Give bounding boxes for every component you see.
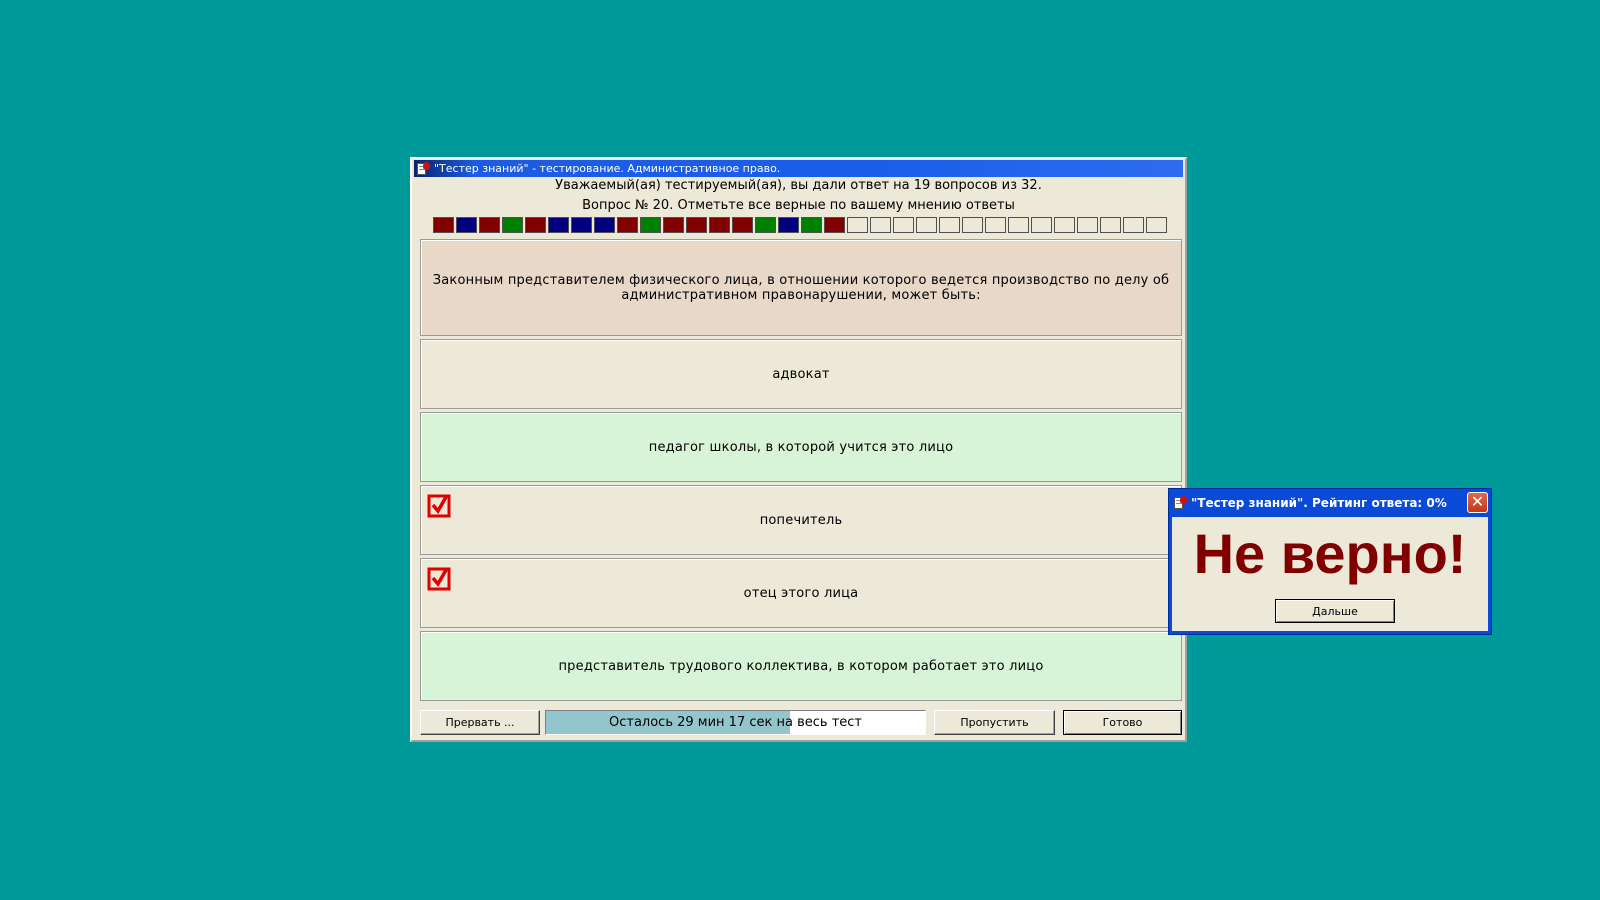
- progress-cell: [985, 217, 1006, 233]
- answer-option[interactable]: педагог школы, в которой учится это лицо: [420, 412, 1182, 482]
- answer-option[interactable]: попечитель: [420, 485, 1182, 555]
- progress-cell: [916, 217, 937, 233]
- status-line: Уважаемый(ая) тестируемый(ая), вы дали о…: [555, 178, 1042, 193]
- progress-cell: [571, 217, 592, 233]
- app-icon: [1173, 496, 1187, 510]
- answer-label: адвокат: [772, 366, 830, 382]
- answer-label: педагог школы, в которой учится это лицо: [648, 439, 954, 455]
- progress-cell: [962, 217, 983, 233]
- progress-cell: [801, 217, 822, 233]
- answer-option[interactable]: представитель трудового коллектива, в ко…: [420, 631, 1182, 701]
- progress-cell: [686, 217, 707, 233]
- progress-cell: [939, 217, 960, 233]
- progress-cell: [893, 217, 914, 233]
- skip-button[interactable]: Пропустить: [934, 710, 1055, 735]
- dialog-title: "Тестер знаний". Рейтинг ответа: 0%: [1191, 496, 1447, 510]
- progress-cell: [548, 217, 569, 233]
- progress-cell: [1146, 217, 1167, 233]
- dialog-titlebar[interactable]: "Тестер знаний". Рейтинг ответа: 0%: [1171, 491, 1489, 515]
- checkbox-checked-icon[interactable]: [427, 494, 451, 518]
- question-text: Законным представителем физического лица…: [432, 272, 1170, 303]
- progress-cell: [1077, 217, 1098, 233]
- progress-cell: [617, 217, 638, 233]
- progress-cell: [663, 217, 684, 233]
- progress-cell: [847, 217, 868, 233]
- checkbox-checked-icon[interactable]: [427, 567, 451, 591]
- verdict-text: Не верно!: [1193, 522, 1467, 585]
- answer-option[interactable]: адвокат: [420, 339, 1182, 409]
- progress-cell: [1123, 217, 1144, 233]
- progress-cell: [502, 217, 523, 233]
- next-button[interactable]: Дальше: [1275, 599, 1395, 623]
- answer-label: представитель трудового коллектива, в ко…: [558, 658, 1044, 674]
- time-remaining-text: Осталось 29 мин 17 сек на весь тест: [609, 715, 862, 730]
- progress-cell: [1031, 217, 1052, 233]
- progress-cell: [778, 217, 799, 233]
- window-title: "Тестер знаний" - тестирование. Админист…: [434, 162, 781, 175]
- answer-label: попечитель: [759, 512, 843, 528]
- window-titlebar[interactable]: "Тестер знаний" - тестирование. Админист…: [414, 160, 1183, 177]
- answer-option[interactable]: отец этого лица: [420, 558, 1182, 628]
- abort-button[interactable]: Прервать ...: [420, 710, 540, 735]
- progress-cell: [824, 217, 845, 233]
- answer-label: отец этого лица: [743, 585, 859, 601]
- done-button[interactable]: Готово: [1063, 710, 1182, 735]
- progress-cell: [755, 217, 776, 233]
- progress-cell: [709, 217, 730, 233]
- progress-cell: [433, 217, 454, 233]
- progress-cell: [525, 217, 546, 233]
- question-progress-bar: [433, 217, 1169, 233]
- progress-cell: [456, 217, 477, 233]
- question-instruction: Вопрос № 20. Отметьте все верные по ваше…: [582, 198, 1015, 213]
- question-text-box: Законным представителем физического лица…: [420, 239, 1182, 336]
- dialog-body: Не верно! Дальше: [1172, 517, 1488, 631]
- progress-cell: [1054, 217, 1075, 233]
- progress-cell: [732, 217, 753, 233]
- progress-cell: [640, 217, 661, 233]
- progress-cell: [594, 217, 615, 233]
- time-remaining-bar: Осталось 29 мин 17 сек на весь тест: [545, 710, 926, 735]
- app-icon: [416, 161, 430, 176]
- progress-cell: [1008, 217, 1029, 233]
- close-icon[interactable]: ✕: [1467, 492, 1488, 513]
- answer-rating-dialog: "Тестер знаний". Рейтинг ответа: 0% ✕ Не…: [1168, 488, 1492, 635]
- test-window: "Тестер знаний" - тестирование. Админист…: [410, 157, 1187, 742]
- progress-cell: [479, 217, 500, 233]
- progress-cell: [870, 217, 891, 233]
- progress-cell: [1100, 217, 1121, 233]
